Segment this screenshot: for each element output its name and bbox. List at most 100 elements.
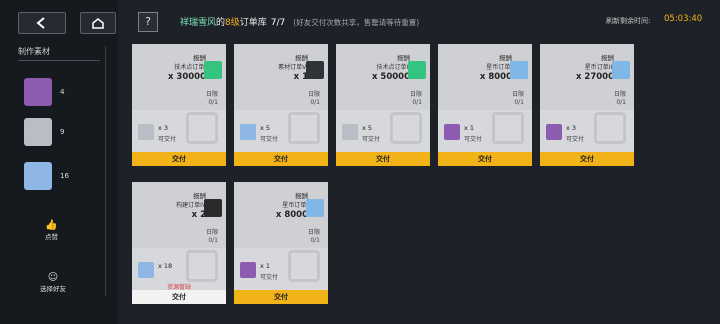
- required-qty: x 3: [566, 124, 577, 132]
- friend-name: 祥瑞雪风: [180, 18, 217, 28]
- film-card-icon: [24, 118, 52, 146]
- reward-amount: x 27000: [575, 72, 614, 82]
- order-card: 报酬 星币订单I x 8000 日限 0/1 x 1 可交付 交付: [438, 44, 532, 166]
- order-type: 技术点订单II: [376, 64, 410, 71]
- ticket-icon: [408, 61, 426, 79]
- deadline-label: 日限: [307, 91, 320, 98]
- film-card-icon: [138, 124, 154, 140]
- shortage-warning: 资源暂缺: [166, 284, 191, 291]
- film-card-icon: [342, 124, 358, 140]
- help-button[interactable]: ?: [138, 12, 158, 32]
- material-count: 9: [60, 128, 65, 136]
- required-status: 可交付: [260, 136, 279, 143]
- check-icon: [288, 250, 320, 282]
- deliver-button[interactable]: 交付: [540, 152, 634, 166]
- check-icon: [288, 112, 320, 144]
- deadline-label: 日限: [613, 91, 626, 98]
- refresh-timer-label: 刷新剩余时间:: [606, 17, 651, 25]
- purple-orb-icon: [24, 78, 52, 106]
- blue-cube-icon: [24, 162, 52, 190]
- ticket-icon: [306, 61, 324, 79]
- title-note: (好友交付次数共享，售罄请等待重置): [293, 18, 420, 27]
- deliver-button[interactable]: 交付: [234, 290, 328, 304]
- like-button[interactable]: 👍 点赞: [45, 220, 58, 241]
- order-card: 报酬 构建订单IV x 2 日限 0/1 x 18 资源暂缺 交付: [132, 182, 226, 304]
- invite-label: 选择好友: [40, 285, 66, 293]
- deadline-value: 0/1: [514, 99, 524, 106]
- order-type: 星币订单I: [486, 64, 512, 71]
- order-card: 报酬 技术点订单I x 30000 日限 0/1 x 3 可交付 交付: [132, 44, 226, 166]
- ticket-icon: [204, 199, 222, 217]
- home-icon: [92, 18, 104, 29]
- deliver-button[interactable]: 交付: [132, 290, 226, 304]
- required-status: 可交付: [260, 274, 279, 281]
- sidebar: 制作素材 4 9 16 👍 点赞 ☺ 选择好友: [0, 0, 118, 324]
- deadline-value: 0/1: [310, 99, 320, 106]
- back-button[interactable]: [18, 12, 66, 34]
- ticket-icon: [204, 61, 222, 79]
- required-status: 可交付: [362, 136, 381, 143]
- deadline-label: 日限: [205, 91, 218, 98]
- deadline-value: 0/1: [412, 99, 422, 106]
- order-type: 构建订单IV: [176, 202, 206, 209]
- title-suffix: 订单库: [239, 18, 267, 28]
- order-card: 报酬 星币订单III x 27000 日限 0/1 x 3 可交付 交付: [540, 44, 634, 166]
- thumb-up-icon: 👍: [45, 220, 58, 231]
- level-label: 8级: [225, 18, 240, 28]
- reward-amount: x 30000: [167, 72, 206, 82]
- purple-orb-icon: [240, 262, 256, 278]
- reward-amount: x 8000: [479, 72, 512, 82]
- check-icon: [186, 112, 218, 144]
- order-type: 技术点订单I: [174, 64, 206, 71]
- deadline-label: 日限: [307, 229, 320, 236]
- ticket-icon: [306, 199, 324, 217]
- check-icon: [186, 250, 218, 282]
- home-button[interactable]: [80, 12, 116, 34]
- deadline-label: 日限: [205, 229, 218, 236]
- deliver-button[interactable]: 交付: [336, 152, 430, 166]
- deadline-value: 0/1: [616, 99, 626, 106]
- ticket-icon: [510, 61, 528, 79]
- deliver-button[interactable]: 交付: [234, 152, 328, 166]
- like-label: 点赞: [45, 233, 58, 241]
- required-qty: x 1: [464, 124, 475, 132]
- materials-label: 制作素材: [18, 47, 50, 56]
- purple-orb-icon: [444, 124, 460, 140]
- deadline-label: 日限: [511, 91, 524, 98]
- order-card: 报酬 星币订单I x 8000 日限 0/1 x 1 可交付 交付: [234, 182, 328, 304]
- check-icon: [492, 112, 524, 144]
- required-qty: x 3: [158, 124, 169, 132]
- check-icon: [390, 112, 422, 144]
- ticket-icon: [612, 61, 630, 79]
- deadline-value: 0/1: [310, 237, 320, 244]
- deadline-value: 0/1: [208, 237, 218, 244]
- reward-amount: x 8000: [275, 210, 308, 220]
- refresh-timer: 05:03:40: [664, 14, 703, 24]
- required-qty: x 18: [158, 262, 173, 270]
- order-type: 星币订单I: [282, 202, 308, 209]
- check-icon: [594, 112, 626, 144]
- required-status: 可交付: [464, 136, 483, 143]
- blue-cube-icon: [240, 124, 256, 140]
- reward-amount: x 50000: [371, 72, 410, 82]
- order-count: 7/7: [270, 18, 286, 28]
- deadline-value: 0/1: [208, 99, 218, 106]
- purple-orb-icon: [546, 124, 562, 140]
- invite-friend-button[interactable]: ☺ 选择好友: [40, 272, 66, 293]
- required-qty: x 5: [260, 124, 271, 132]
- order-screen: 制作素材 4 9 16 👍 点赞 ☺ 选择好友 ? 祥瑞雪风的8级订单库 7/7 (…: [0, 0, 720, 324]
- required-status: 可交付: [566, 136, 585, 143]
- material-count: 4: [60, 88, 65, 96]
- deliver-button[interactable]: 交付: [438, 152, 532, 166]
- divider: [18, 60, 100, 61]
- order-type: 素材订单VI: [278, 64, 308, 71]
- order-card: 报酬 技术点订单II x 50000 日限 0/1 x 5 可交付 交付: [336, 44, 430, 166]
- title-mid: 的: [216, 18, 226, 28]
- required-qty: x 5: [362, 124, 373, 132]
- deliver-button[interactable]: 交付: [132, 152, 226, 166]
- user-icon: ☺: [47, 272, 59, 283]
- blue-cube-icon: [138, 262, 154, 278]
- deadline-label: 日限: [409, 91, 422, 98]
- page-title: 祥瑞雪风的8级订单库 7/7 (好友交付次数共享，售罄请等待重置): [180, 15, 419, 28]
- material-count: 16: [60, 172, 69, 180]
